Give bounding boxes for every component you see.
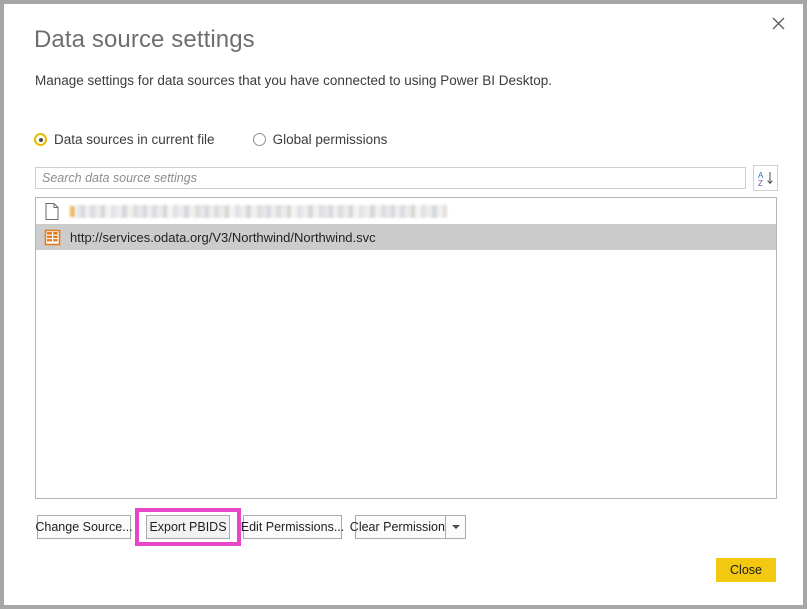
- odata-feed-icon: [43, 228, 61, 246]
- sort-az-icon[interactable]: A Z: [753, 165, 778, 191]
- close-button[interactable]: Close: [716, 558, 776, 582]
- clear-permissions-dropdown-button[interactable]: [445, 515, 466, 539]
- radio-label: Global permissions: [272, 132, 388, 147]
- radio-selected-icon: [34, 133, 47, 146]
- radio-unselected-icon: [252, 133, 266, 146]
- redacted-prefix: [70, 205, 75, 217]
- export-pbids-button[interactable]: Export PBIDS: [146, 515, 230, 539]
- list-item[interactable]: [36, 198, 776, 224]
- clear-permissions-button[interactable]: Clear Permissions: [350, 515, 451, 539]
- data-source-settings-dialog: Data source settings Manage settings for…: [0, 0, 807, 609]
- svg-text:Z: Z: [758, 179, 763, 187]
- list-item-label-redacted: [76, 204, 447, 218]
- change-source-button[interactable]: Change Source...: [35, 515, 133, 539]
- radio-label: Data sources in current file: [54, 132, 215, 147]
- page-description: Manage settings for data sources that yo…: [35, 73, 553, 88]
- radio-data-sources-in-current-file[interactable]: Data sources in current file: [34, 132, 215, 147]
- close-icon[interactable]: [757, 8, 799, 38]
- list-item[interactable]: http://services.odata.org/V3/Northwind/N…: [36, 224, 776, 250]
- data-source-list[interactable]: http://services.odata.org/V3/Northwind/N…: [35, 197, 777, 499]
- radio-global-permissions[interactable]: Global permissions: [252, 132, 388, 147]
- file-document-icon: [43, 202, 61, 220]
- scope-radio-group: Data sources in current file Global perm…: [34, 132, 425, 147]
- edit-permissions-button[interactable]: Edit Permissions...: [241, 515, 344, 539]
- chevron-down-icon: [451, 525, 460, 529]
- search-input[interactable]: [35, 167, 746, 189]
- list-item-label: http://services.odata.org/V3/Northwind/N…: [70, 229, 376, 245]
- page-title: Data source settings: [34, 26, 255, 53]
